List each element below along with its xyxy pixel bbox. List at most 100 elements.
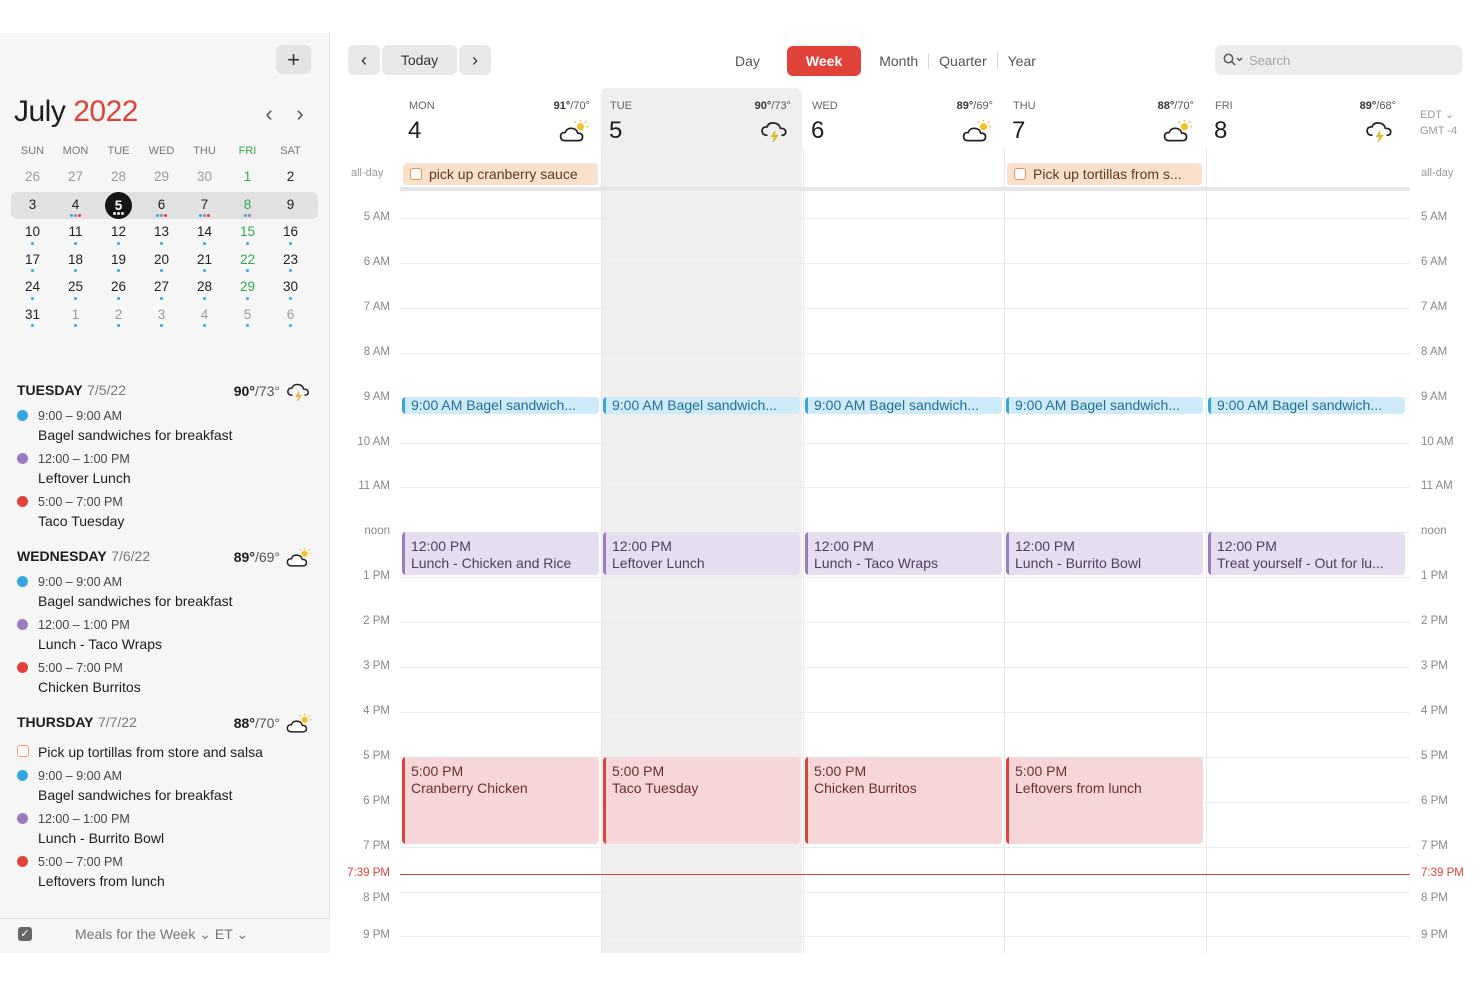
event-title: 9:00 AM Bagel sandwich... <box>411 397 576 413</box>
mini-calendar-day[interactable]: 14 <box>183 219 226 247</box>
mini-calendar-day[interactable]: 2 <box>269 164 312 192</box>
agenda-event[interactable]: 5:00 – 7:00 PM Chicken Burritos <box>17 659 312 697</box>
agenda-event[interactable]: 9:00 – 9:00 AM Bagel sandwiches for break… <box>17 407 312 445</box>
mini-calendar-day[interactable]: 6 <box>269 302 312 330</box>
hour-label: 7 AM <box>363 300 390 313</box>
mini-calendar-day[interactable]: 22 <box>226 247 269 275</box>
mini-calendar-day[interactable]: 31 <box>11 302 54 330</box>
mini-calendar-day[interactable]: 11 <box>54 219 97 247</box>
mini-calendar-day[interactable]: 27 <box>140 274 183 302</box>
day-temp-high: 89° <box>1359 100 1377 112</box>
mini-calendar-day[interactable]: 18 <box>54 247 97 275</box>
search-field[interactable] <box>1215 45 1462 75</box>
mini-calendar-day[interactable]: 15 <box>226 219 269 247</box>
calendar-event-purple[interactable]: 12:00 PM Lunch - Burrito Bowl <box>1006 532 1203 575</box>
mini-next-month-chevron-icon[interactable]: › <box>290 101 310 127</box>
agenda-event[interactable]: 5:00 – 7:00 PM Taco Tuesday <box>17 493 312 531</box>
mini-calendar-day[interactable]: 1 <box>226 164 269 192</box>
mini-calendar-day[interactable]: 29 <box>226 274 269 302</box>
timezone-label[interactable]: EDT ⌄ <box>1420 108 1454 121</box>
calendar-event-red[interactable]: 5:00 PM Cranberry Chicken <box>402 757 599 844</box>
day-header[interactable]: THU 7 88°/70° <box>1004 95 1205 159</box>
calendar-event-blue[interactable]: 9:00 AM Bagel sandwich... <box>603 397 800 414</box>
calendar-event-purple[interactable]: 12:00 PM Leftover Lunch <box>603 532 800 575</box>
mini-calendar-day[interactable]: 27 <box>54 164 97 192</box>
agenda-event[interactable]: 9:00 – 9:00 AM Bagel sandwiches for break… <box>17 767 312 805</box>
mini-calendar-day[interactable]: 12 <box>97 219 140 247</box>
mini-calendar-day[interactable]: 5 <box>97 191 140 220</box>
mini-calendar-day[interactable]: 5 <box>226 302 269 330</box>
mini-calendar-day[interactable]: 28 <box>97 164 140 192</box>
calendar-event-purple[interactable]: 12:00 PM Lunch - Taco Wraps <box>805 532 1002 575</box>
day-header[interactable]: MON 4 91°/70° <box>400 95 601 159</box>
calendar-event-purple[interactable]: 12:00 PM Treat yourself - Out for lu... <box>1208 532 1405 575</box>
mini-calendar-day[interactable]: 23 <box>269 247 312 275</box>
all-day-task[interactable]: Pick up tortillas from s... <box>1007 163 1202 185</box>
task-checkbox[interactable] <box>17 745 29 757</box>
mini-calendar-day[interactable]: 29 <box>140 164 183 192</box>
calendar-event-blue[interactable]: 9:00 AM Bagel sandwich... <box>402 397 599 414</box>
agenda-event[interactable]: 12:00 – 1:00 PM Lunch - Taco Wraps <box>17 616 312 654</box>
mini-calendar-day[interactable]: 28 <box>183 274 226 302</box>
mini-calendar-day[interactable]: 9 <box>269 192 312 220</box>
agenda-event[interactable]: 12:00 – 1:00 PM Leftover Lunch <box>17 450 312 488</box>
event-dot <box>203 269 206 272</box>
all-day-task[interactable]: pick up cranberry sauce <box>403 163 598 185</box>
mini-calendar-day[interactable]: 30 <box>183 164 226 192</box>
mini-calendar-day[interactable]: 6 <box>140 192 183 220</box>
calendar-event-blue[interactable]: 9:00 AM Bagel sandwich... <box>1006 397 1203 414</box>
calendar-event-red[interactable]: 5:00 PM Taco Tuesday <box>603 757 800 844</box>
calendar-selector[interactable]: Meals for the Week ⌄ ET ⌄ <box>75 926 248 943</box>
mini-calendar-day[interactable]: 20 <box>140 247 183 275</box>
search-input[interactable] <box>1249 52 1449 68</box>
calendar-event-purple[interactable]: 12:00 PM Lunch - Chicken and Rice <box>402 532 599 575</box>
agenda-event[interactable]: 5:00 – 7:00 PM Leftovers from lunch <box>17 853 312 891</box>
agenda-event[interactable]: 12:00 – 1:00 PM Lunch - Burrito Bowl <box>17 810 312 848</box>
prev-week-button[interactable]: ‹ <box>348 45 380 75</box>
event-dot <box>207 214 210 217</box>
mini-calendar-day[interactable]: 30 <box>269 274 312 302</box>
calendar-event-red[interactable]: 5:00 PM Leftovers from lunch <box>1006 757 1203 844</box>
view-day-button[interactable]: Day <box>725 46 770 76</box>
day-header[interactable]: FRI 8 89°/68° <box>1206 95 1407 159</box>
day-header[interactable]: WED 6 89°/69° <box>803 95 1004 159</box>
mini-calendar-day[interactable]: 25 <box>54 274 97 302</box>
mini-calendar-day[interactable]: 16 <box>269 219 312 247</box>
mini-calendar-day[interactable]: 4 <box>54 192 97 220</box>
mini-day-number: 12 <box>110 224 127 239</box>
mini-calendar-day[interactable]: 3 <box>140 302 183 330</box>
mini-calendar-day[interactable]: 4 <box>183 302 226 330</box>
view-month-button[interactable]: Month <box>869 46 928 76</box>
task-checkbox[interactable] <box>1014 168 1026 180</box>
day-temp-low: /68° <box>1376 100 1396 112</box>
agenda-event[interactable]: Pick up tortillas from store and salsa <box>17 742 312 762</box>
task-checkbox[interactable] <box>410 168 422 180</box>
calendar-event-blue[interactable]: 9:00 AM Bagel sandwich... <box>1208 397 1405 414</box>
today-button[interactable]: Today <box>382 45 457 75</box>
mini-calendar-day[interactable]: 24 <box>11 274 54 302</box>
view-week-button[interactable]: Week <box>786 46 862 76</box>
calendar-event-blue[interactable]: 9:00 AM Bagel sandwich... <box>805 397 1002 414</box>
mini-calendar-day[interactable]: 3 <box>11 192 54 220</box>
mini-calendar-day[interactable]: 26 <box>11 164 54 192</box>
mini-calendar-day[interactable]: 8 <box>226 192 269 220</box>
mini-prev-month-chevron-icon[interactable]: ‹ <box>259 101 279 127</box>
calendar-visibility-checkbox[interactable]: ✓ <box>18 927 32 941</box>
agenda-event[interactable]: 9:00 – 9:00 AM Bagel sandwiches for break… <box>17 573 312 611</box>
view-quarter-button[interactable]: Quarter <box>929 46 996 76</box>
mini-calendar-day[interactable]: 10 <box>11 219 54 247</box>
next-week-button[interactable]: › <box>459 45 491 75</box>
mini-calendar-day[interactable]: 1 <box>54 302 97 330</box>
mini-calendar-day[interactable]: 13 <box>140 219 183 247</box>
add-event-button[interactable]: + <box>276 45 311 74</box>
mini-calendar-day[interactable]: 21 <box>183 247 226 275</box>
calendar-event-red[interactable]: 5:00 PM Chicken Burritos <box>805 757 1002 844</box>
view-year-button[interactable]: Year <box>998 46 1046 76</box>
mini-calendar-day[interactable]: 17 <box>11 247 54 275</box>
mini-calendar-day[interactable]: 26 <box>97 274 140 302</box>
event-dot <box>160 214 163 217</box>
day-header[interactable]: TUE 5 90°/73° <box>601 95 802 159</box>
mini-calendar-day[interactable]: 19 <box>97 247 140 275</box>
mini-calendar-day[interactable]: 7 <box>183 192 226 220</box>
mini-calendar-day[interactable]: 2 <box>97 302 140 330</box>
